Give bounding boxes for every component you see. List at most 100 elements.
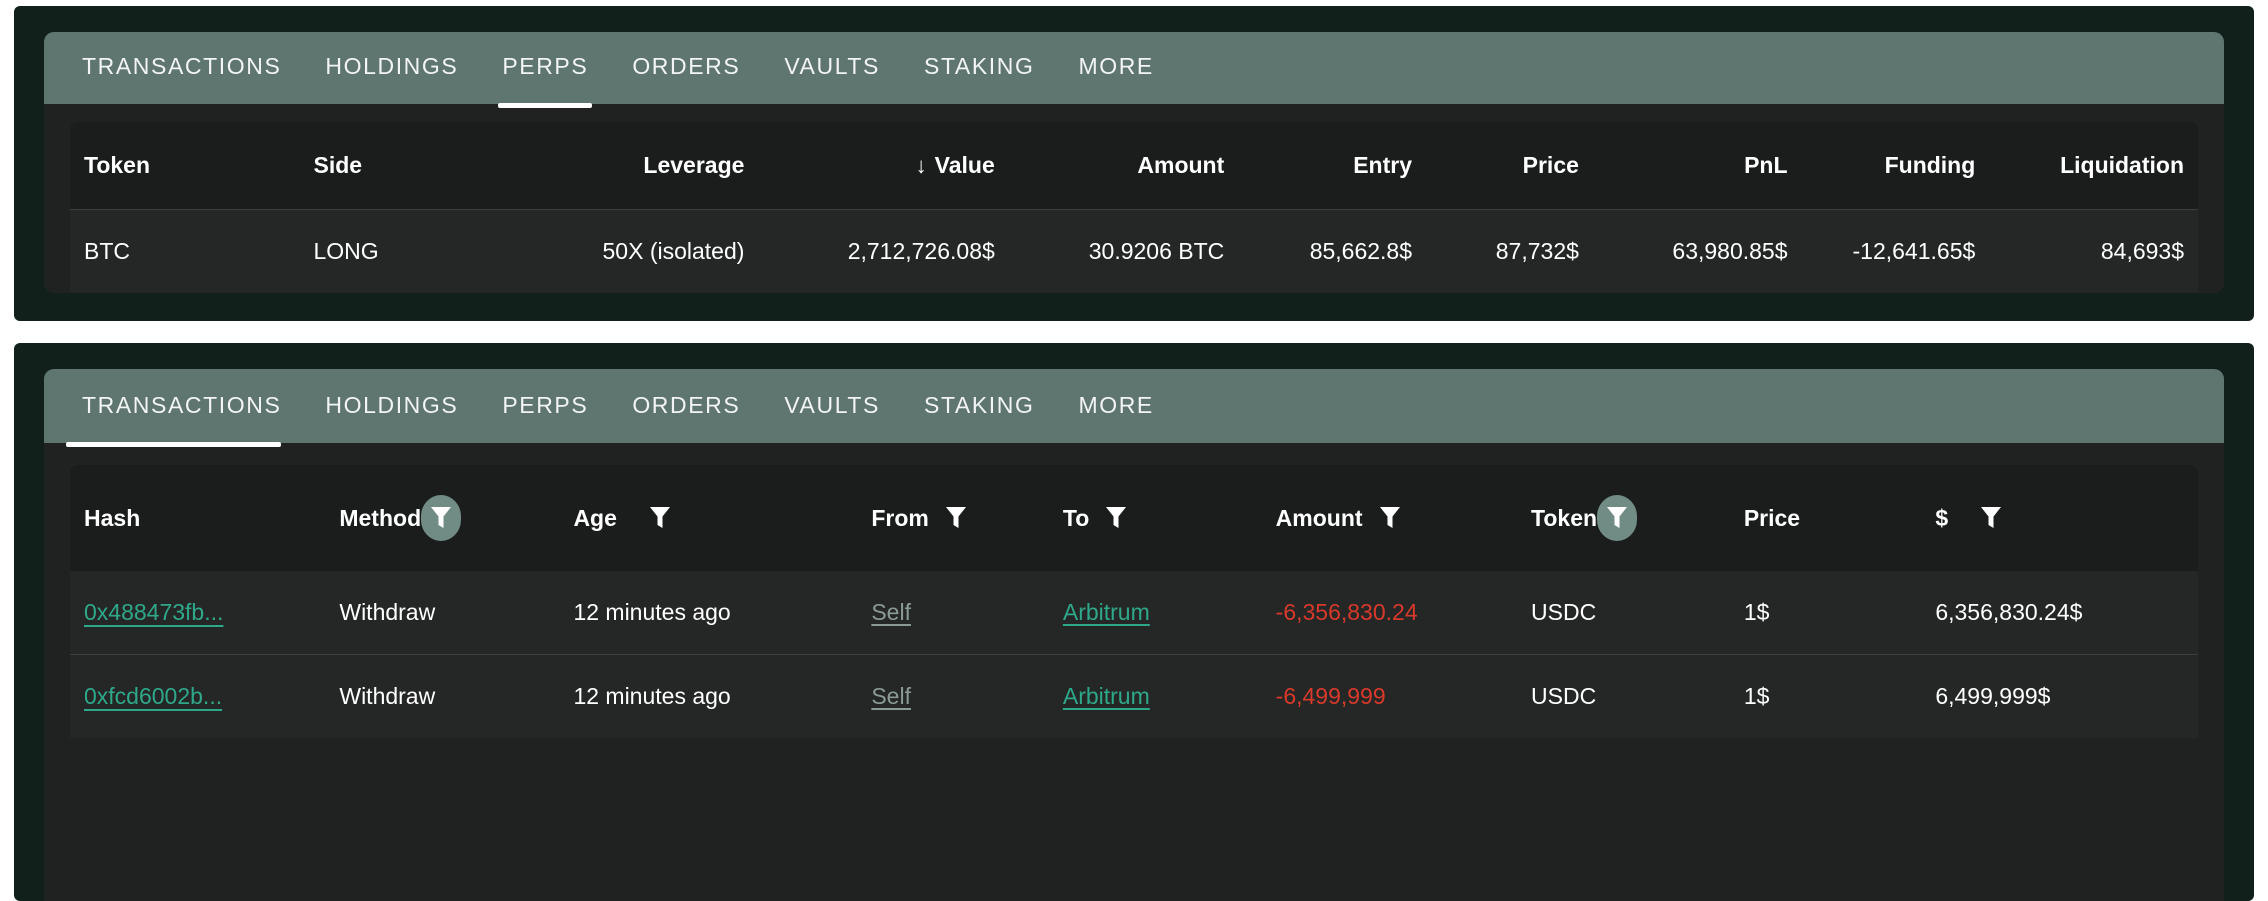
- tx-to-link[interactable]: Arbitrum: [1063, 683, 1150, 709]
- tx-cell-from[interactable]: Self: [857, 655, 1049, 739]
- filter-icon[interactable]: [1099, 501, 1133, 535]
- tx-cell-to[interactable]: Arbitrum: [1049, 655, 1262, 739]
- tx-col-amount[interactable]: Amount: [1262, 465, 1517, 571]
- perps-cell-amount: 30.9206 BTC: [1009, 210, 1238, 294]
- column-label: Price: [1523, 152, 1579, 178]
- perps-col-funding[interactable]: Funding: [1802, 122, 1990, 210]
- perps-cell-entry: 85,662.8$: [1238, 210, 1426, 294]
- tx-cell-token: USDC: [1517, 655, 1730, 739]
- tx-cell-from[interactable]: Self: [857, 571, 1049, 655]
- filter-icon[interactable]: [1597, 495, 1637, 541]
- perps-cell-value: 2,712,726.08$: [758, 210, 1008, 294]
- filter-icon[interactable]: [939, 501, 973, 535]
- tab-vaults[interactable]: VAULTS: [762, 392, 902, 443]
- column-label: Leverage: [643, 152, 744, 178]
- tab-holdings[interactable]: HOLDINGS: [303, 53, 480, 104]
- tx-hash-link[interactable]: 0x488473fb...: [84, 599, 223, 625]
- tx-amount-value: -6,499,999: [1276, 683, 1386, 709]
- perps-col-price[interactable]: Price: [1426, 122, 1593, 210]
- tx-col-to[interactable]: To: [1049, 465, 1262, 571]
- tab-transactions[interactable]: TRANSACTIONS: [60, 53, 303, 104]
- tx-col-method[interactable]: Method: [325, 465, 559, 571]
- tx-col-from[interactable]: From: [857, 465, 1049, 571]
- tx-cell-hash[interactable]: 0xfcd6002b...: [70, 655, 325, 739]
- transactions-table-row[interactable]: 0x488473fb...Withdraw12 minutes agoSelfA…: [70, 571, 2198, 655]
- column-header-inner: Amount: [1276, 501, 1407, 535]
- tab-more[interactable]: MORE: [1056, 53, 1175, 104]
- perps-col-entry[interactable]: Entry: [1238, 122, 1426, 210]
- tx-col-token[interactable]: Token: [1517, 465, 1730, 571]
- perps-cell-token: BTC: [70, 210, 299, 294]
- perps-col-liquidation[interactable]: Liquidation: [1989, 122, 2198, 210]
- tx-from-link[interactable]: Self: [871, 683, 911, 709]
- sort-desc-arrow-icon: ↓: [916, 153, 927, 179]
- perps-col-leverage[interactable]: Leverage: [487, 122, 758, 210]
- perps-table-row[interactable]: BTCLONG50X (isolated)2,712,726.08$30.920…: [70, 210, 2198, 294]
- transactions-table: Hash Method Age From To Amount Token Price $ 0x4…: [70, 465, 2198, 738]
- perps-body: BTCLONG50X (isolated)2,712,726.08$30.920…: [70, 210, 2198, 294]
- column-header-inner: Method: [339, 495, 461, 541]
- transactions-header-row: Hash Method Age From To Amount Token Price $: [70, 465, 2198, 571]
- column-label: Amount: [1276, 505, 1363, 532]
- filter-icon[interactable]: [1974, 501, 2008, 535]
- filter-icon[interactable]: [643, 501, 677, 535]
- column-header-inner: Hash: [84, 505, 140, 532]
- perps-col-value[interactable]: ↓ Value: [758, 122, 1008, 210]
- column-header-inner: From: [871, 501, 973, 535]
- tx-cell-age: 12 minutes ago: [559, 655, 857, 739]
- column-header-inner: Price: [1744, 505, 1800, 532]
- tab-perps[interactable]: PERPS: [480, 53, 610, 104]
- perps-col-pnl[interactable]: PnL: [1593, 122, 1802, 210]
- perps-cell-leverage: 50X (isolated): [487, 210, 758, 294]
- tab-staking[interactable]: STAKING: [902, 392, 1056, 443]
- filter-icon[interactable]: [1373, 501, 1407, 535]
- tab-orders[interactable]: ORDERS: [610, 53, 762, 104]
- tab-transactions[interactable]: TRANSACTIONS: [60, 392, 303, 443]
- tab-orders[interactable]: ORDERS: [610, 392, 762, 443]
- perps-col-amount[interactable]: Amount: [1009, 122, 1238, 210]
- column-label: Token: [1531, 505, 1597, 532]
- tx-col-age[interactable]: Age: [559, 465, 857, 571]
- transactions-panel-shell: TRANSACTIONSHOLDINGSPERPSORDERSVAULTSSTA…: [14, 343, 2254, 901]
- column-label: From: [871, 505, 929, 532]
- perps-cell-side: LONG: [299, 210, 487, 294]
- tx-cell-to[interactable]: Arbitrum: [1049, 571, 1262, 655]
- column-header-inner: Token: [1531, 495, 1637, 541]
- column-header-inner: To: [1063, 501, 1133, 535]
- page-root: TRANSACTIONSHOLDINGSPERPSORDERSVAULTSSTA…: [0, 0, 2268, 901]
- column-label: Token: [84, 152, 150, 178]
- perps-cell-price: 87,732$: [1426, 210, 1593, 294]
- column-label: $: [1935, 505, 1948, 532]
- tx-col-usd[interactable]: $: [1921, 465, 2198, 571]
- transactions-card: TRANSACTIONSHOLDINGSPERPSORDERSVAULTSSTA…: [44, 369, 2224, 901]
- transactions-tabbar: TRANSACTIONSHOLDINGSPERPSORDERSVAULTSSTA…: [44, 369, 2224, 443]
- perps-cell-liquidation: 84,693$: [1989, 210, 2198, 294]
- column-label: Age: [573, 505, 616, 532]
- tx-cell-hash[interactable]: 0x488473fb...: [70, 571, 325, 655]
- tx-cell-usd: 6,356,830.24$: [1921, 571, 2198, 655]
- column-label: Value: [935, 152, 995, 178]
- tab-perps[interactable]: PERPS: [480, 392, 610, 443]
- tab-more[interactable]: MORE: [1056, 392, 1175, 443]
- tx-cell-age: 12 minutes ago: [559, 571, 857, 655]
- tab-vaults[interactable]: VAULTS: [762, 53, 902, 104]
- tx-from-link[interactable]: Self: [871, 599, 911, 625]
- tx-cell-token: USDC: [1517, 571, 1730, 655]
- column-label: Method: [339, 505, 421, 532]
- perps-col-side[interactable]: Side: [299, 122, 487, 210]
- tx-col-price[interactable]: Price: [1730, 465, 1922, 571]
- tx-col-hash[interactable]: Hash: [70, 465, 325, 571]
- column-label: PnL: [1744, 152, 1787, 178]
- column-label: Side: [313, 152, 362, 178]
- column-header-inner: Age: [573, 501, 676, 535]
- filter-icon[interactable]: [421, 495, 461, 541]
- tx-to-link[interactable]: Arbitrum: [1063, 599, 1150, 625]
- transactions-table-row[interactable]: 0xfcd6002b...Withdraw12 minutes agoSelfA…: [70, 655, 2198, 739]
- column-label: Funding: [1885, 152, 1976, 178]
- perps-table-container: Token Side Leverage ↓ Value AmountEntry Price P…: [44, 104, 2224, 293]
- perps-col-token[interactable]: Token: [70, 122, 299, 210]
- column-label: Price: [1744, 505, 1800, 532]
- tab-holdings[interactable]: HOLDINGS: [303, 392, 480, 443]
- tab-staking[interactable]: STAKING: [902, 53, 1056, 104]
- tx-hash-link[interactable]: 0xfcd6002b...: [84, 683, 222, 709]
